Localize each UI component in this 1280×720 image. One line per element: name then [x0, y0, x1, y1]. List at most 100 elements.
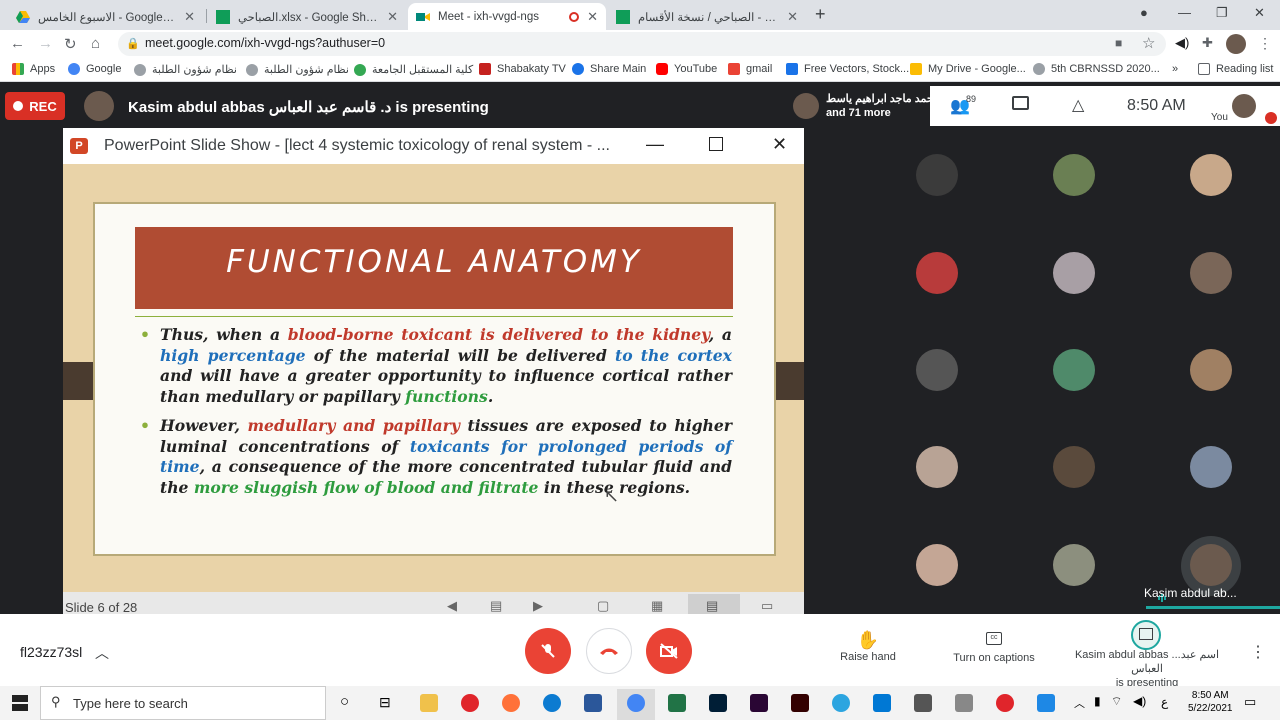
photoshop-icon[interactable] — [709, 694, 727, 712]
edge-icon[interactable] — [543, 694, 561, 712]
file-explorer-icon[interactable] — [420, 694, 438, 712]
bookmark-gmail[interactable]: gmail — [728, 63, 772, 75]
participant-tile[interactable] — [916, 154, 958, 196]
participant-tile[interactable] — [1190, 252, 1232, 294]
chevron-up-icon[interactable]: ︿ — [95, 643, 109, 663]
participant-tile[interactable] — [1053, 252, 1095, 294]
bookmarks-more[interactable]: » — [1172, 63, 1178, 75]
home-icon[interactable]: ⌂ — [91, 35, 100, 52]
minimize-icon[interactable]: — — [1178, 5, 1191, 20]
taskbar-clock[interactable]: 8:50 AM 5/22/2021 — [1188, 689, 1233, 715]
forward-icon[interactable]: → — [38, 35, 53, 52]
close-window-icon[interactable]: ✕ — [1254, 5, 1265, 21]
captions-button[interactable]: cc Turn on captions — [946, 632, 1042, 664]
tray-chevron-icon[interactable]: ︿ — [1074, 695, 1085, 711]
mail-icon[interactable] — [873, 694, 891, 712]
bookmark-apps[interactable]: Apps — [12, 63, 55, 75]
close-icon[interactable]: ✕ — [787, 9, 798, 25]
participant-tile[interactable] — [916, 349, 958, 391]
new-tab-button[interactable]: + — [815, 4, 826, 25]
network-icon[interactable]: ⌔ — [1111, 694, 1122, 709]
bookmark-student-affairs-2[interactable]: نظام شؤون الطلبة — [246, 63, 349, 76]
word-icon[interactable] — [584, 694, 602, 712]
excel-icon[interactable] — [668, 694, 686, 712]
slideshow-view-icon[interactable]: ▭ — [761, 598, 773, 614]
volume-icon[interactable]: ◀) — [1133, 694, 1146, 708]
firefox-icon[interactable] — [502, 694, 520, 712]
reload-icon[interactable]: ↻ — [64, 35, 77, 53]
participant-tile[interactable] — [1190, 349, 1232, 391]
participant-tile[interactable] — [1053, 544, 1095, 586]
participant-tile[interactable] — [916, 544, 958, 586]
participant-tile[interactable] — [1053, 446, 1095, 488]
bookmark-freepik[interactable]: Free Vectors, Stock... — [786, 63, 909, 75]
camera-icon[interactable]: ■ — [1115, 36, 1122, 50]
tab-sheets-2[interactable]: الصباحي / نسخة الأقسام - Google Sheets ✕ — [608, 3, 806, 30]
leave-call-button[interactable] — [586, 628, 632, 674]
previous-slide-icon[interactable]: ◀ — [447, 598, 457, 614]
extensions-icon[interactable]: ✚ — [1202, 35, 1213, 51]
profile-avatar[interactable] — [1226, 34, 1246, 54]
bookmark-share-main[interactable]: Share Main — [572, 63, 646, 75]
more-options-icon[interactable]: ⋮ — [1250, 642, 1266, 662]
windows-start-icon[interactable] — [12, 695, 28, 711]
opera-icon[interactable] — [461, 694, 479, 712]
participant-tile-active-speaker[interactable] — [1190, 544, 1232, 586]
premiere-icon[interactable] — [750, 694, 768, 712]
bookmark-cbrnssd[interactable]: 5th CBRNSSD 2020... — [1033, 63, 1160, 75]
tab-google-drive[interactable]: الاسبوع الخامس - Google Drive ✕ — [8, 3, 203, 30]
normal-view-icon[interactable]: ▢ — [597, 598, 609, 614]
chat-icon[interactable] — [1012, 96, 1029, 110]
notifications-icon[interactable]: ▭ — [1244, 694, 1256, 710]
battery-icon[interactable]: ▮ — [1094, 694, 1101, 708]
raise-hand-button[interactable]: ✋ Raise hand — [830, 630, 906, 663]
participant-tile[interactable] — [1053, 349, 1095, 391]
participant-tile[interactable] — [916, 252, 958, 294]
close-icon[interactable]: ✕ — [587, 9, 598, 25]
bookmark-my-drive[interactable]: My Drive - Google... — [910, 63, 1026, 75]
back-icon[interactable]: ← — [10, 35, 25, 52]
self-avatar[interactable] — [1232, 94, 1256, 118]
participant-tile[interactable] — [1053, 154, 1095, 196]
participant-tile[interactable] — [1190, 154, 1232, 196]
close-icon[interactable]: ✕ — [772, 134, 787, 155]
slide-notes-icon[interactable]: ▤ — [490, 598, 502, 614]
close-icon[interactable]: ✕ — [387, 9, 398, 25]
chrome-icon[interactable] — [627, 694, 645, 712]
close-icon[interactable]: ✕ — [184, 9, 195, 25]
opera-gx-icon[interactable] — [996, 694, 1014, 712]
present-now-button[interactable] — [1131, 620, 1161, 650]
tab-meet[interactable]: Meet - ixh-vvgd-ngs ✕ — [408, 3, 606, 30]
participant-tile[interactable] — [1190, 446, 1232, 488]
camera-toggle-button[interactable] — [646, 628, 692, 674]
speaker-icon[interactable]: ◀) — [1175, 35, 1189, 51]
tab-sheets-1[interactable]: الصباحي.xlsx - Google Sheets ✕ — [208, 3, 406, 30]
participant-tile[interactable] — [916, 446, 958, 488]
profile-menu-icon[interactable]: ● — [1140, 5, 1148, 20]
bookmark-college[interactable]: كلية المستقبل الجامعة — [354, 63, 473, 76]
taskbar-search[interactable]: ⚲ Type here to search — [40, 686, 326, 720]
bookmark-youtube[interactable]: YouTube — [656, 63, 717, 75]
bookmark-google[interactable]: Google — [68, 63, 121, 75]
star-icon[interactable]: ☆ — [1142, 34, 1155, 52]
store-icon[interactable] — [914, 694, 932, 712]
mic-toggle-button[interactable] — [525, 628, 571, 674]
illustrator-icon[interactable] — [791, 694, 809, 712]
bookmark-student-affairs-1[interactable]: نظام شؤون الطلبة — [134, 63, 237, 76]
more-vert-icon[interactable]: ⋮ — [1258, 35, 1272, 52]
task-view-icon[interactable]: ⊟ — [379, 694, 391, 711]
input-language[interactable]: ع — [1161, 695, 1168, 709]
maximize-icon[interactable] — [709, 137, 723, 151]
bookmark-shabakaty[interactable]: Shabakaty TV — [479, 63, 566, 75]
minimize-icon[interactable]: — — [646, 134, 664, 155]
app-icon[interactable] — [955, 694, 973, 712]
slide-sorter-icon[interactable]: ▦ — [651, 598, 663, 614]
activities-icon[interactable]: △ — [1072, 95, 1084, 115]
vpn-icon[interactable] — [1037, 694, 1055, 712]
maximize-icon[interactable]: ❐ — [1216, 5, 1228, 21]
url-text[interactable]: meet.google.com/ixh-vvgd-ngs?authuser=0 — [145, 36, 385, 50]
reading-list[interactable]: Reading list — [1198, 63, 1273, 75]
meeting-code[interactable]: fl23zz73sl — [20, 644, 82, 660]
cortana-icon[interactable]: ○ — [340, 693, 349, 710]
telegram-icon[interactable] — [832, 694, 850, 712]
